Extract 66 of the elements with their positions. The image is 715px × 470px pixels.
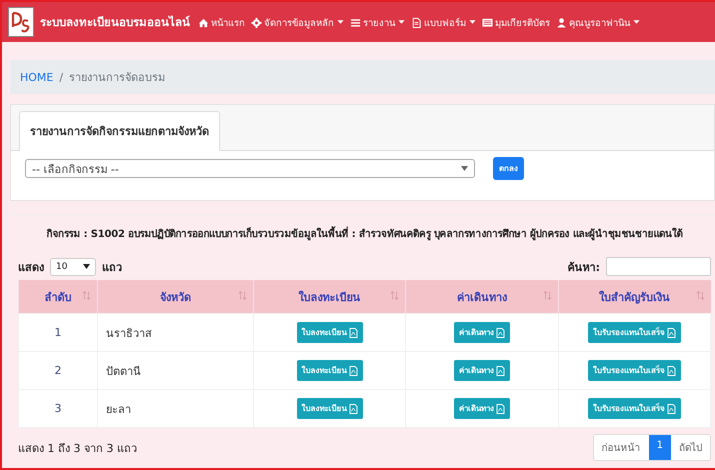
search-label: ค้นหา: (568, 260, 600, 276)
submit-button[interactable]: ตกลง (493, 157, 524, 180)
length-label: แถว (102, 260, 122, 276)
breadcrumb-separator: / (59, 70, 64, 84)
sort-icon (542, 291, 552, 300)
gear-icon (251, 16, 262, 28)
pdf-icon (348, 404, 358, 414)
pagination-button[interactable]: ก่อนหน้า (594, 435, 649, 460)
nav-menu-item[interactable]: แบบฟอร์ม (411, 14, 476, 30)
table-cell: 1 (18, 314, 98, 352)
breadcrumb-current: รายงานการจัดอบรม (69, 70, 166, 86)
sort-icon (390, 291, 400, 300)
sort-icon (82, 291, 91, 300)
table-cell: 2 (18, 352, 98, 390)
nav-menu-item[interactable]: คุณนูรอาฟานิน (556, 14, 640, 30)
tab[interactable]: รายงานการจัดกิจกรรมแยกตามจังหวัด (19, 111, 220, 151)
pagination-button[interactable]: 1 (648, 435, 671, 460)
table-cell: ยะลา (98, 390, 254, 428)
document-button[interactable]: ใบลงทะเบียน (296, 322, 363, 343)
pdf-icon (348, 366, 358, 376)
document-button[interactable]: ใบรับรองแทนใบเสร็จ (588, 322, 681, 343)
pdf-icon (348, 328, 358, 338)
menu-icon (350, 16, 361, 28)
column-header[interactable]: จังหวัด (98, 280, 254, 314)
column-header[interactable]: ค่าเดินทาง (406, 280, 558, 314)
column-header[interactable]: ใบสำคัญรับเงิน (558, 280, 710, 314)
document-icon (411, 16, 422, 28)
table-info: แสดง 1 ถึง 3 จาก 3 แถว (18, 440, 137, 456)
table-cell: ปัตตานี (98, 352, 254, 390)
pdf-icon (666, 328, 676, 338)
table-cell: นราธิวาส (98, 314, 254, 352)
caret-icon (461, 166, 468, 171)
sort-icon (238, 291, 247, 300)
pdf-icon (496, 404, 505, 414)
length-label: แสดง (18, 260, 44, 276)
document-button[interactable]: ค่าเดินทาง (454, 322, 510, 343)
pdf-icon (666, 404, 676, 414)
document-button[interactable]: ใบรับรองแทนใบเสร็จ (588, 360, 681, 381)
nav-menu-item[interactable]: มุมเกียรติบัตร (482, 14, 550, 30)
document-button[interactable]: ใบรับรองแทนใบเสร็จ (588, 398, 681, 419)
caret-icon (83, 264, 90, 269)
search-field[interactable] (606, 257, 711, 276)
pdf-icon (496, 328, 505, 338)
pdf-icon (666, 366, 676, 376)
list-icon (482, 16, 493, 28)
pdf-icon (496, 366, 505, 376)
column-header[interactable]: ใบลงทะเบียน (254, 280, 406, 314)
sort-icon (696, 291, 704, 300)
logo-icon (8, 7, 34, 37)
document-button[interactable]: ใบลงทะเบียน (296, 398, 363, 419)
column-header[interactable]: ลำดับ (18, 280, 98, 314)
nav-menu-item[interactable]: หน้าแรก (198, 14, 245, 30)
home-icon (198, 16, 209, 28)
table-cell: 3 (18, 390, 98, 428)
site-title[interactable]: ระบบลงทะเบียนอบรมออนไลน์ (40, 13, 190, 31)
pagination-button[interactable]: ถัดไป (671, 435, 710, 460)
user-icon (556, 16, 567, 28)
breadcrumb-link[interactable]: HOME (20, 70, 54, 84)
document-button[interactable]: ค่าเดินทาง (454, 398, 510, 419)
nav-menu-item[interactable]: จัดการข้อมูลหลัก (251, 14, 344, 30)
nav-menu-item[interactable]: รายงาน (350, 14, 405, 30)
activity-select[interactable]: -- เลือกกิจกรรม -- (25, 159, 475, 178)
activity-title: กิจกรรม : S1002 อบรมปฏิบัติการออกแบบการเก็บรวบรวมข้อมูลในพื้นที่ : สำรวจทัศนคติครู บุคลากรทางการศึกษา ผู้ปกครอง และผู้นำชุมชนชายแดนใต้ (18, 226, 711, 241)
page-length-select[interactable]: 10 (50, 258, 96, 276)
document-button[interactable]: ใบลงทะเบียน (296, 360, 363, 381)
document-button[interactable]: ค่าเดินทาง (454, 360, 510, 381)
